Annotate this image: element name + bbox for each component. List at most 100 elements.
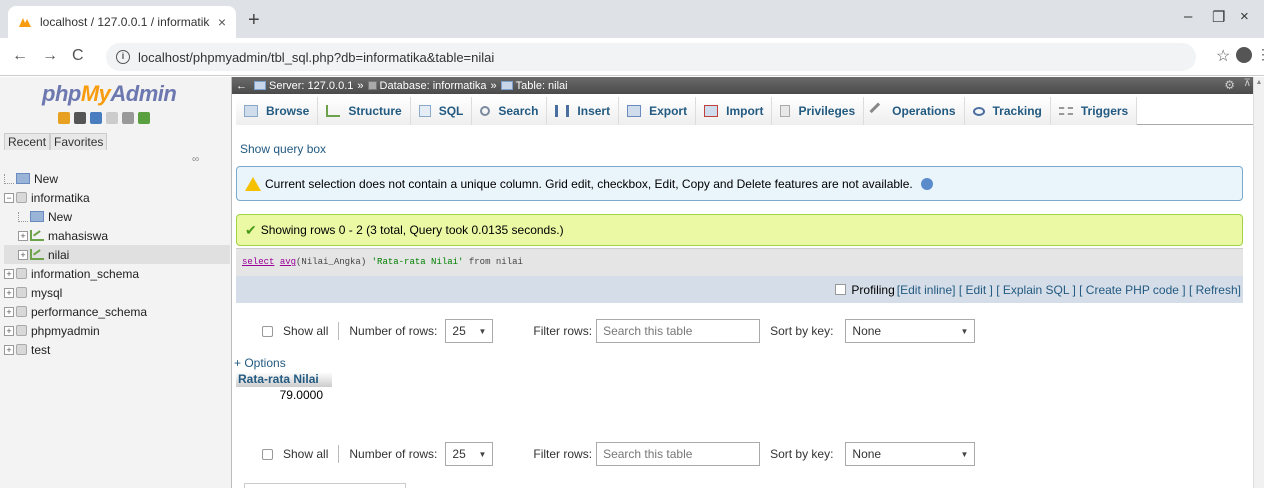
- expand-icon[interactable]: +: [4, 287, 14, 298]
- tree-item-performance-schema[interactable]: + performance_schema: [4, 302, 230, 321]
- query-results-operations-box: [244, 483, 406, 488]
- tab-export[interactable]: Export: [619, 97, 697, 125]
- export-icon: [627, 105, 642, 117]
- collapse-icon[interactable]: −: [4, 192, 14, 203]
- filter-rows-input[interactable]: Search this table: [596, 319, 761, 343]
- gear-icon[interactable]: ⚙: [1224, 78, 1235, 92]
- back-icon[interactable]: ←: [12, 47, 28, 65]
- collapse-nav-icon[interactable]: ←: [236, 80, 248, 92]
- favorites-tab[interactable]: Favorites: [50, 133, 108, 150]
- tree-item-test[interactable]: + test: [4, 340, 230, 359]
- show-all-checkbox[interactable]: [262, 325, 273, 337]
- profiling-checkbox[interactable]: [835, 284, 847, 295]
- tree-item-phpmyadmin[interactable]: + phpmyadmin: [4, 321, 230, 340]
- expand-icon[interactable]: +: [4, 325, 14, 336]
- tab-label: Search: [498, 104, 539, 118]
- settings-icon[interactable]: [122, 112, 134, 124]
- eye-icon: [972, 106, 985, 116]
- tree-item-new-table[interactable]: New: [4, 207, 230, 226]
- insert-icon: [555, 105, 570, 117]
- database-icon: [16, 344, 27, 355]
- tab-label: Export: [649, 104, 688, 118]
- tree-label: performance_schema: [31, 304, 148, 319]
- expand-icon[interactable]: +: [4, 268, 14, 279]
- show-all-checkbox[interactable]: [262, 448, 273, 460]
- tab-search[interactable]: Search: [472, 97, 548, 125]
- edit-link[interactable]: [ Edit ]: [959, 283, 993, 297]
- menu-dots-icon[interactable]: ⋮: [1256, 46, 1264, 63]
- scroll-up-arrow-icon[interactable]: ▲: [1254, 79, 1264, 86]
- link-with-main-icon[interactable]: ∞: [192, 154, 199, 165]
- phpmyadmin-favicon-icon: [19, 18, 31, 27]
- browser-tab[interactable]: localhost / 127.0.0.1 / informatik ×: [8, 6, 236, 38]
- table-icon: [30, 249, 44, 260]
- reload-icon[interactable]: C: [72, 47, 84, 65]
- bookmark-star-icon[interactable]: ☆: [1216, 46, 1230, 66]
- sql-keyword-select[interactable]: select: [242, 257, 274, 267]
- sql-function-avg[interactable]: avg: [280, 257, 296, 267]
- database-icon: [16, 192, 27, 203]
- tab-triggers[interactable]: Triggers: [1050, 97, 1138, 125]
- tab-close-icon[interactable]: ×: [218, 14, 226, 30]
- new-db-icon: [16, 173, 30, 184]
- breadcrumb-database[interactable]: Database: informatika: [380, 80, 487, 92]
- home-icon[interactable]: [58, 112, 70, 124]
- tree-item-information-schema[interactable]: + information_schema: [4, 264, 230, 283]
- chevron-down-icon: ▼: [478, 326, 487, 336]
- scroll-top-icon[interactable]: ⊼: [1244, 78, 1251, 89]
- tab-sql[interactable]: SQL: [410, 97, 473, 125]
- tree-item-mahasiswa[interactable]: + mahasiswa: [4, 226, 230, 245]
- refresh-link[interactable]: [ Refresh]: [1189, 283, 1241, 297]
- tab-operations[interactable]: Operations: [864, 97, 965, 125]
- forward-icon[interactable]: →: [42, 47, 58, 65]
- url-text: localhost/phpmyadmin/tbl_sql.php?db=info…: [138, 49, 495, 65]
- result-column-header[interactable]: Rata-rata Nilai: [236, 372, 332, 387]
- breadcrumb-table[interactable]: Table: nilai: [516, 80, 568, 92]
- tree-item-nilai[interactable]: + nilai: [4, 245, 230, 264]
- url-omnibox[interactable]: i localhost/phpmyadmin/tbl_sql.php?db=in…: [106, 43, 1196, 71]
- structure-icon: [326, 105, 341, 117]
- tree-item-informatika[interactable]: − informatika: [4, 188, 230, 207]
- edit-inline-link[interactable]: [Edit inline]: [897, 283, 956, 297]
- close-window-button[interactable]: ×: [1240, 8, 1249, 25]
- expand-icon[interactable]: +: [4, 344, 14, 355]
- logout-icon[interactable]: [74, 112, 86, 124]
- filter-rows-input[interactable]: Search this table: [596, 442, 761, 466]
- sql-docs-icon[interactable]: [106, 112, 118, 124]
- tree-label: informatika: [31, 190, 90, 205]
- tree-item-new[interactable]: New: [4, 169, 230, 188]
- page-scrollbar[interactable]: ▲: [1253, 77, 1264, 488]
- number-of-rows-select[interactable]: 25 ▼: [445, 319, 494, 343]
- database-icon: [16, 268, 27, 279]
- maximize-button[interactable]: ❐: [1212, 8, 1225, 26]
- breadcrumb-server[interactable]: Server: 127.0.0.1: [269, 80, 353, 92]
- options-link[interactable]: + Options: [234, 356, 286, 370]
- tab-import[interactable]: Import: [696, 97, 773, 125]
- sort-by-key-select[interactable]: None ▼: [845, 442, 976, 466]
- tab-tracking[interactable]: Tracking: [964, 97, 1051, 125]
- tab-privileges[interactable]: Privileges: [772, 97, 865, 125]
- recent-tab[interactable]: Recent: [4, 133, 51, 150]
- tab-structure[interactable]: Structure: [318, 97, 411, 125]
- site-info-icon[interactable]: i: [116, 50, 130, 64]
- reload-nav-icon[interactable]: [138, 112, 150, 124]
- explain-sql-link[interactable]: [ Explain SQL ]: [996, 283, 1076, 297]
- expand-icon[interactable]: +: [18, 249, 28, 260]
- tab-insert[interactable]: Insert: [547, 97, 620, 125]
- tree-item-mysql[interactable]: + mysql: [4, 283, 230, 302]
- tab-browse[interactable]: Browse: [236, 97, 319, 125]
- help-icon[interactable]: [920, 177, 933, 190]
- minimize-button[interactable]: –: [1184, 8, 1192, 25]
- number-of-rows-select[interactable]: 25 ▼: [445, 442, 494, 466]
- sql-keyword-from: from: [468, 257, 491, 267]
- browse-icon: [244, 105, 258, 117]
- new-tab-button[interactable]: +: [248, 9, 260, 32]
- expand-icon[interactable]: +: [4, 306, 14, 317]
- account-icon[interactable]: [1236, 47, 1252, 63]
- docs-icon[interactable]: [90, 112, 102, 124]
- expand-icon[interactable]: +: [18, 230, 28, 241]
- sort-by-key-select[interactable]: None ▼: [845, 319, 976, 343]
- create-php-link[interactable]: [ Create PHP code ]: [1079, 283, 1186, 297]
- show-query-box-link[interactable]: Show query box: [240, 142, 326, 156]
- phpmyadmin-logo[interactable]: phpMyAdmin: [42, 81, 177, 107]
